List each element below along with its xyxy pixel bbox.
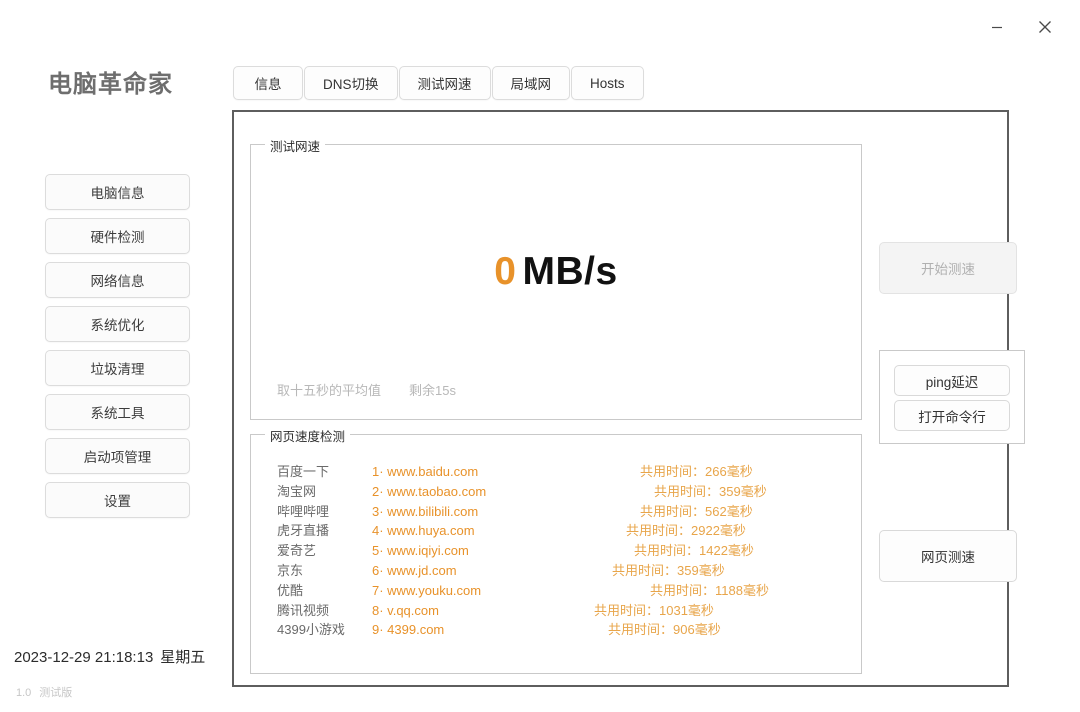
statusbar-build-label: 测试版 <box>39 687 73 699</box>
statusbar-datetime: 2023-12-29 21:18:13 星期五 <box>14 646 205 667</box>
site-result-row: 优酷 7· www.youku.com 共用时间：1188毫秒 <box>277 580 851 600</box>
close-button[interactable] <box>1026 12 1064 42</box>
site-url: 4· www.huya.com <box>372 523 475 539</box>
app-title: 电脑革命家 <box>48 71 173 98</box>
web-speed-group-title: 网页速度检测 <box>265 426 351 445</box>
site-url: 6· www.jd.com <box>372 562 457 578</box>
site-name: 京东 <box>277 562 304 578</box>
site-name: 4399小游戏 <box>277 622 345 638</box>
site-time: 共用时间：1422毫秒 <box>634 543 754 559</box>
speed-footnotes: 取十五秒的平均值 剩余15s <box>277 380 456 399</box>
tab-bar: 信息 DNS切换 测试网速 局域网 Hosts <box>233 66 644 100</box>
sidebar-item-1[interactable]: 电脑信息 <box>45 174 190 210</box>
speed-test-group: 测试网速 0 MB/s 取十五秒的平均值 剩余15s <box>250 136 862 420</box>
site-url: 5· www.iqiyi.com <box>372 543 469 559</box>
site-result-row: 哔哩哔哩 3· www.bilibili.com 共用时间：562毫秒 <box>277 501 851 521</box>
statusbar-datetime-value: 2023-12-29 21:18:13 <box>14 649 154 666</box>
site-url: 7· www.youku.com <box>372 582 482 598</box>
speed-average-note: 取十五秒的平均值 <box>277 383 382 398</box>
speed-value: 0 <box>494 250 517 293</box>
web-speed-group: 网页速度检测 百度一下 1· www.baidu.com 共用时间：266毫秒淘宝网… <box>250 426 862 674</box>
site-url: 2· www.taobao.com <box>372 483 487 499</box>
site-result-row: 京东 6· www.jd.com 共用时间：359毫秒 <box>277 560 851 580</box>
site-name: 淘宝网 <box>277 483 317 499</box>
speed-unit: MB/s <box>522 250 618 293</box>
window-controls <box>978 12 1064 42</box>
site-url: 9· 4399.com <box>372 622 445 638</box>
site-name: 百度一下 <box>277 464 330 479</box>
site-name: 虎牙直播 <box>277 523 330 539</box>
tab-5[interactable]: Hosts <box>571 66 644 100</box>
site-result-row: 淘宝网 2· www.taobao.com 共用时间：359毫秒 <box>277 481 851 501</box>
sidebar-item-8[interactable]: 设置 <box>45 482 190 518</box>
site-time: 共用时间：266毫秒 <box>640 464 753 479</box>
site-result-row: 腾讯视频 8· v.qq.com 共用时间：1031毫秒 <box>277 600 851 620</box>
site-time: 共用时间：359毫秒 <box>612 562 725 578</box>
sidebar-item-4[interactable]: 系统优化 <box>45 306 190 342</box>
network-tools-group: ping延迟 打开命令行 <box>879 350 1025 444</box>
web-speedtest-button[interactable]: 网页测速 <box>879 530 1017 582</box>
site-time: 共用时间：1188毫秒 <box>650 582 769 598</box>
speed-remaining-note: 剩余15s <box>409 383 456 398</box>
close-icon <box>1036 18 1054 36</box>
site-result-row: 爱奇艺 5· www.iqiyi.com 共用时间：1422毫秒 <box>277 540 851 560</box>
site-result-row: 百度一下 1· www.baidu.com 共用时间：266毫秒 <box>277 461 851 481</box>
sidebar-item-6[interactable]: 系统工具 <box>45 394 190 430</box>
sidebar-item-3[interactable]: 网络信息 <box>45 262 190 298</box>
main-panel: 测试网速 0 MB/s 取十五秒的平均值 剩余15s 开始测速 ping延迟 打开… <box>232 110 1025 687</box>
tab-2[interactable]: DNS切换 <box>304 66 398 100</box>
site-result-list: 百度一下 1· www.baidu.com 共用时间：266毫秒淘宝网 2· www.… <box>277 461 851 639</box>
tab-4[interactable]: 局域网 <box>491 66 571 100</box>
site-url: 1· www.baidu.com <box>372 464 479 479</box>
minimize-icon <box>989 19 1005 35</box>
speed-readout: 0 MB/s <box>251 250 861 294</box>
ping-latency-button[interactable]: ping延迟 <box>894 365 1010 396</box>
statusbar-version: 1.0 测试版 <box>16 684 72 700</box>
site-time: 共用时间：906毫秒 <box>608 622 721 638</box>
site-name: 腾讯视频 <box>277 602 330 618</box>
sidebar-item-5[interactable]: 垃圾清理 <box>45 350 190 386</box>
open-command-line-button[interactable]: 打开命令行 <box>894 400 1010 431</box>
minimize-button[interactable] <box>978 12 1016 42</box>
tab-1[interactable]: 信息 <box>233 66 303 100</box>
site-url: 3· www.bilibili.com <box>372 503 479 519</box>
site-name: 优酷 <box>277 582 304 598</box>
start-speedtest-button[interactable]: 开始测速 <box>879 242 1017 294</box>
site-time: 共用时间：1031毫秒 <box>594 602 714 618</box>
speed-test-group-title: 测试网速 <box>265 136 326 155</box>
site-name: 哔哩哔哩 <box>277 503 330 519</box>
sidebar: 电脑信息硬件检测网络信息系统优化垃圾清理系统工具启动项管理设置 <box>45 174 190 518</box>
statusbar-weekday: 星期五 <box>160 649 206 666</box>
tab-3[interactable]: 测试网速 <box>398 66 491 100</box>
site-time: 共用时间：359毫秒 <box>654 483 767 499</box>
site-time: 共用时间：562毫秒 <box>640 503 753 519</box>
site-url: 8· v.qq.com <box>372 602 439 618</box>
sidebar-item-7[interactable]: 启动项管理 <box>45 438 190 474</box>
site-result-row: 4399小游戏 9· 4399.com 共用时间：906毫秒 <box>277 619 851 639</box>
site-name: 爱奇艺 <box>277 543 317 559</box>
statusbar-version-number: 1.0 <box>16 687 32 699</box>
site-result-row: 虎牙直播 4· www.huya.com 共用时间：2922毫秒 <box>277 520 851 540</box>
site-time: 共用时间：2922毫秒 <box>626 523 746 539</box>
sidebar-item-2[interactable]: 硬件检测 <box>45 218 190 254</box>
